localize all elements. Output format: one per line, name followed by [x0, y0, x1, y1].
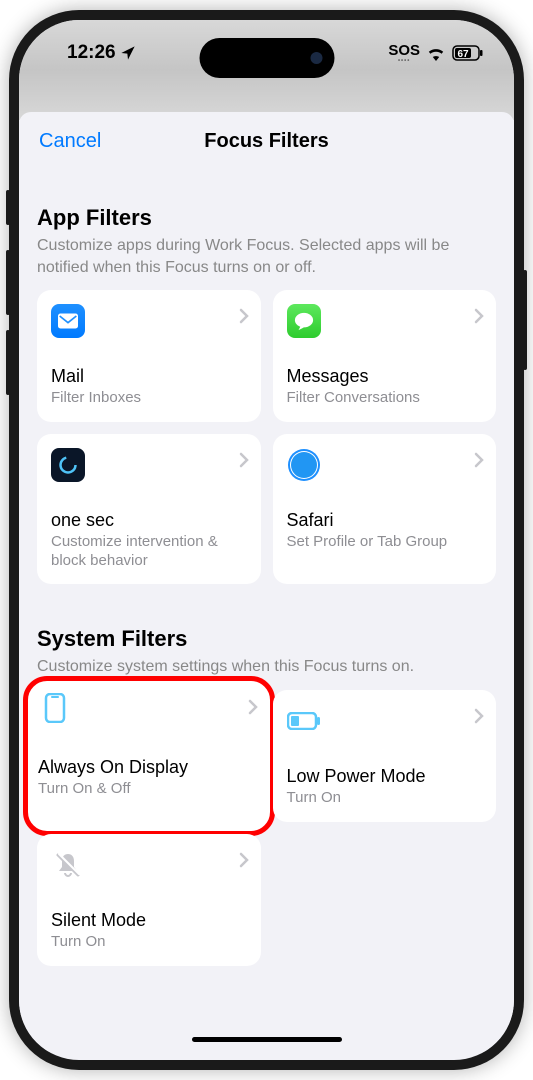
- card-title: Low Power Mode: [287, 766, 483, 787]
- chevron-right-icon: [474, 708, 484, 724]
- card-title: Safari: [287, 510, 483, 531]
- card-title: Silent Mode: [51, 910, 247, 931]
- card-title: Messages: [287, 366, 483, 387]
- safari-card[interactable]: Safari Set Profile or Tab Group: [273, 434, 497, 585]
- battery-icon: 67: [452, 45, 484, 61]
- always-on-display-card[interactable]: Always On Display Turn On & Off: [23, 676, 275, 836]
- svg-text:67: 67: [457, 49, 469, 60]
- mail-icon: [51, 304, 85, 338]
- mail-card[interactable]: Mail Filter Inboxes: [37, 290, 261, 422]
- chevron-right-icon: [239, 308, 249, 324]
- messages-icon: [287, 304, 321, 338]
- status-right: SOS •••• 67: [388, 43, 484, 64]
- system-filters-section: System Filters Customize system settings…: [19, 626, 514, 965]
- chevron-right-icon: [474, 308, 484, 324]
- status-bar: 12:26 SOS •••• 67: [19, 42, 514, 64]
- chevron-right-icon: [474, 452, 484, 468]
- card-subtitle: Turn On: [51, 933, 247, 952]
- card-subtitle: Turn On: [287, 789, 483, 808]
- card-subtitle: Filter Conversations: [287, 389, 483, 408]
- system-filters-title: System Filters: [37, 626, 496, 652]
- card-subtitle: Filter Inboxes: [51, 389, 247, 408]
- card-subtitle: Set Profile or Tab Group: [287, 533, 483, 552]
- sos-indicator: SOS ••••: [388, 43, 420, 64]
- location-icon: [120, 45, 136, 61]
- system-filters-desc: Customize system settings when this Focu…: [37, 656, 496, 678]
- page-title: Focus Filters: [204, 130, 328, 153]
- status-bar-background: 12:26 SOS •••• 67: [19, 20, 514, 120]
- card-title: Always On Display: [38, 757, 260, 778]
- sos-label: SOS: [388, 43, 420, 58]
- messages-card[interactable]: Messages Filter Conversations: [273, 290, 497, 422]
- system-filters-grid: Always On Display Turn On & Off Low Powe…: [37, 690, 496, 966]
- home-indicator[interactable]: [192, 1037, 342, 1042]
- chevron-right-icon: [248, 699, 258, 715]
- app-filters-desc: Customize apps during Work Focus. Select…: [37, 235, 496, 278]
- volume-down: [6, 330, 10, 395]
- onesec-icon: [51, 448, 85, 482]
- nav-header: Cancel Focus Filters: [19, 112, 514, 173]
- content-area: Cancel Focus Filters App Filters Customi…: [19, 112, 514, 1052]
- cancel-button[interactable]: Cancel: [39, 130, 101, 153]
- power-button: [523, 270, 527, 370]
- safari-icon: [287, 448, 321, 482]
- volume-up: [6, 250, 10, 315]
- phone-frame: 12:26 SOS •••• 67: [9, 10, 524, 1070]
- card-title: one sec: [51, 510, 247, 531]
- sos-dots: ••••: [398, 58, 410, 64]
- low-power-mode-card[interactable]: Low Power Mode Turn On: [273, 690, 497, 822]
- app-filters-title: App Filters: [37, 205, 496, 231]
- status-left: 12:26: [67, 42, 136, 64]
- silent-mode-card[interactable]: Silent Mode Turn On: [37, 834, 261, 966]
- wifi-icon: [426, 45, 446, 61]
- app-filters-grid: Mail Filter Inboxes Messages Filter Conv…: [37, 290, 496, 584]
- phone-icon: [38, 691, 72, 725]
- battery-low-icon: [287, 704, 321, 738]
- app-filters-section: App Filters Customize apps during Work F…: [19, 205, 514, 584]
- onesec-card[interactable]: one sec Customize intervention & block b…: [37, 434, 261, 585]
- chevron-right-icon: [239, 452, 249, 468]
- screen: 12:26 SOS •••• 67: [19, 20, 514, 1060]
- chevron-right-icon: [239, 852, 249, 868]
- bell-slash-icon: [51, 848, 85, 882]
- card-subtitle: Turn On & Off: [38, 780, 260, 799]
- card-title: Mail: [51, 366, 247, 387]
- time-label: 12:26: [67, 42, 116, 64]
- mute-switch: [6, 190, 10, 225]
- card-subtitle: Customize intervention & block behavior: [51, 533, 247, 571]
